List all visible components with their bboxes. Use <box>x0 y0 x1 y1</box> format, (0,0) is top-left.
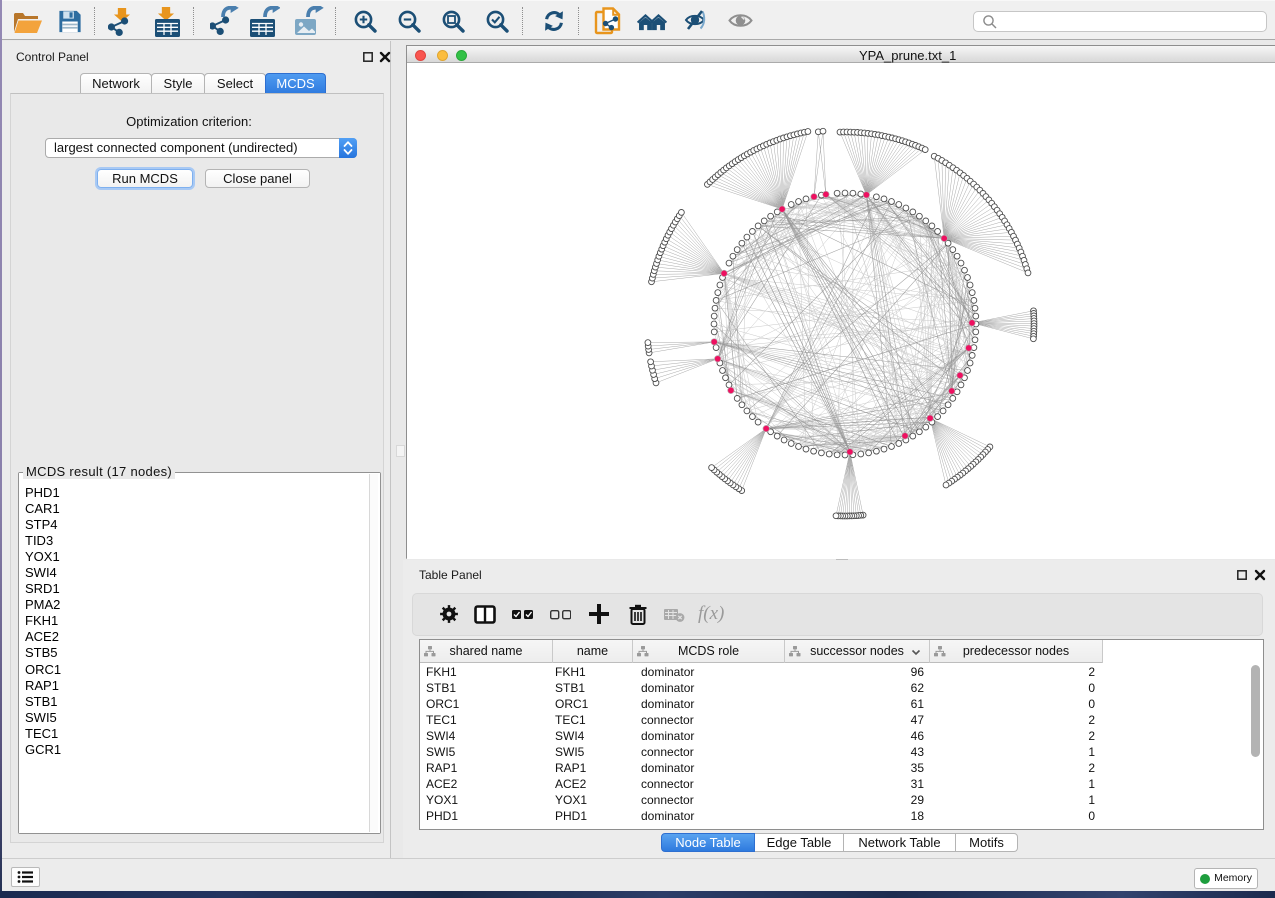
svg-text:f(x): f(x) <box>698 603 724 624</box>
